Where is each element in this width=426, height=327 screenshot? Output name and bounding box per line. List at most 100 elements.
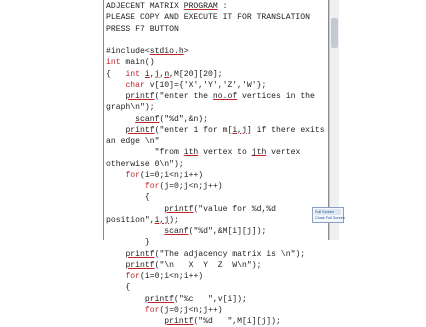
code-segment: (i=0;i<n;i++) [140,272,204,281]
code-segment: ("%c ",v[i]); [174,294,247,304]
code-line: an edge \n" [106,136,326,147]
code-line: int main() [106,57,326,68]
code-segment: vertex to [198,148,252,158]
code-line: scanf("%d",&n); [106,114,326,125]
code-line: printf("\n X Y Z W\n"); [106,260,326,271]
code-segment: : [217,2,228,11]
code-line: #include<stdio.h> [106,46,326,57]
code-segment: { [106,193,150,203]
code-segment: ("value for %d,%d [193,204,277,214]
code-segment: ADJECENT MATRIX [106,2,184,11]
code-line: PLEASE COPY AND EXECUTE IT FOR TRANSLATI… [106,12,326,23]
code-line: char v[10]={'X','Y','Z','W'}; [106,80,326,91]
code-segment: for [125,170,141,180]
code-line: "from ith vertex to jth vertex [106,147,326,158]
code-segment: ("enter 1 for m[ [154,125,233,135]
code-segment: PRESS F7 BUTTON [106,24,179,34]
code-segment: (j=0;j<n;j++) [159,305,223,315]
code-segment: printf [125,92,155,101]
code-segment: ith [183,148,199,158]
code-line: { [106,192,326,203]
code-segment: int [106,58,121,68]
code-line: { int i,j,n,M[20][20]; [106,69,326,80]
code-segment: printf [144,294,175,304]
code-segment: printf [125,249,155,259]
page-left-border [103,0,104,240]
code-segment: ,M[20][20]; [169,69,223,79]
code-segment: ("%d",&M[i][j]); [188,227,267,236]
code-segment: jth [251,148,267,158]
code-segment: ("enter the [154,92,213,101]
code-segment: i,j [232,125,247,135]
code-segment: int [125,69,141,79]
code-segment: char [125,80,145,90]
code-segment: { [106,283,131,293]
code-line: ADJECENT MATRIX PROGRAM : [106,1,326,12]
code-segment: main() [120,58,155,68]
code-line: PRESS F7 BUTTON [106,24,326,35]
code-segment: stdio.h [149,47,184,56]
code-line: otherwise 0\n"); [106,159,326,170]
code-line: scanf("%d",&M[i][j]); [106,226,326,237]
code-segment: vertex [266,148,301,158]
close-full-screen-option[interactable]: Close Full Screen [315,215,345,221]
code-segment: position", [106,215,155,225]
code-segment: printf [164,204,194,214]
code-segment: ] if there exits [246,125,325,135]
code-segment: > [183,47,189,56]
code-segment: for [125,272,141,281]
code-segment: no.of [212,92,238,101]
code-segment: scanf [164,227,189,236]
code-line: printf("The adjacency matrix is \n"); [106,249,326,260]
code-segment: for [144,305,160,315]
code-segment: for [144,182,160,191]
code-segment: ); [169,215,179,225]
code-line: for(i=0;i<n;i++) [106,271,326,282]
code-segment: scanf [135,114,160,124]
code-line: } [106,237,326,248]
code-line: printf("enter 1 for m[i,j] if there exit… [106,125,326,136]
code-segment: graph\n"); [106,103,155,113]
code-segment: PLEASE COPY AND EXECUTE IT FOR TRANSLATI… [106,13,310,23]
code-segment: i,j [154,215,170,225]
code-segment: #include< [106,47,150,56]
code-segment: (i=0;i<n;i++) [140,170,204,180]
code-segment: v[10]={'X','Y','Z','W'}; [144,80,267,90]
code-line: printf("%d ",M[i][j]); [106,316,326,327]
code-line: printf("value for %d,%d [106,204,326,215]
code-line: position",i,j); [106,215,326,226]
scrollbar-thumb[interactable] [331,18,338,48]
code-segment: ("%d ",M[i][j]); [193,317,281,326]
code-segment: printf [164,317,194,326]
code-segment: ("\n X Y Z W\n"); [154,260,262,270]
code-segment: (j=0;j<n;j++) [159,182,223,191]
code-line: for(j=0;j<n;j++) [106,181,326,192]
code-segment: ("%d",&n); [159,114,209,124]
code-segment: printf [125,125,155,135]
code-line: for(i=0;i<n;i++) [106,170,326,181]
code-segment: { [106,69,126,79]
code-segment: vertices in the [237,92,315,101]
code-line: { [106,282,326,293]
code-line: for(j=0;j<n;j++) [106,305,326,316]
code-segment: "from [106,148,184,158]
code-segment: PROGRAM [183,2,218,11]
code-segment: otherwise 0\n"); [106,159,184,169]
code-line: printf("%c ",v[i]); [106,294,326,305]
code-segment: printf [125,260,155,270]
vertical-scrollbar[interactable] [329,0,339,240]
code-line: printf("enter the no.of vertices in the [106,91,326,102]
